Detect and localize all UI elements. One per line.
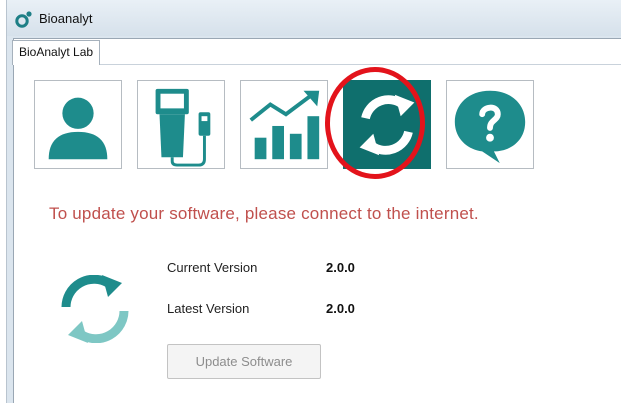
user-profile-icon (48, 97, 108, 160)
software-update-button[interactable] (343, 80, 431, 169)
refresh-update-icon (61, 275, 129, 343)
latest-version-value: 2.0.0 (326, 301, 355, 316)
connection-warning-message: To update your software, please connect … (49, 204, 479, 223)
title-bar: Bioanalyt (7, 0, 621, 36)
window-title: Bioanalyt (39, 11, 93, 26)
latest-version-label: Latest Version (167, 301, 250, 316)
device-connection-button[interactable] (137, 80, 225, 169)
help-question-icon (454, 90, 526, 164)
current-version-value: 2.0.0 (326, 260, 355, 275)
user-profile-button[interactable] (34, 80, 122, 169)
current-version-label: Current Version (167, 260, 258, 275)
help-button[interactable] (446, 80, 534, 169)
statistics-button[interactable] (240, 80, 328, 169)
bioanalyt-logo-icon (15, 11, 32, 28)
tab-bioanalyt-lab[interactable]: BioAnalyt Lab (12, 40, 101, 65)
update-software-button[interactable]: Update Software (167, 344, 321, 379)
tab-strip-divider (12, 64, 621, 65)
software-update-icon (359, 94, 415, 156)
statistics-chart-icon (249, 90, 320, 160)
device-connection-icon (155, 88, 211, 167)
